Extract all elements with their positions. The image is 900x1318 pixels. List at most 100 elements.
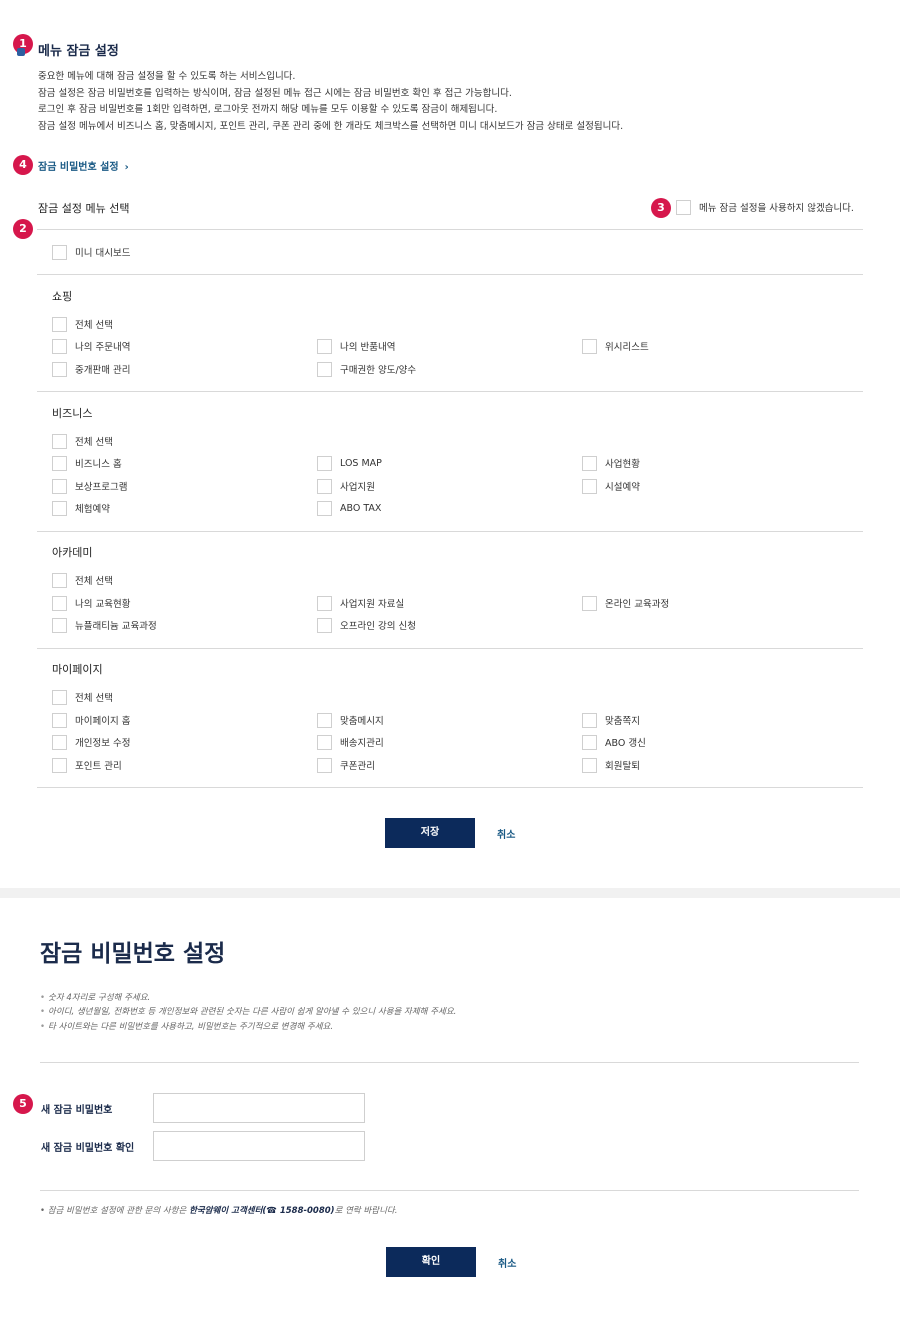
checkbox[interactable]	[582, 595, 597, 611]
menu-option[interactable]: 나의 주문내역	[52, 338, 130, 354]
select-all-academy[interactable]: 전체 선택	[52, 572, 113, 588]
checkbox[interactable]	[52, 712, 67, 728]
checkbox[interactable]	[317, 734, 332, 750]
note-line: • 아이디, 생년월일, 전화번호 등 개인정보와 관련된 숫자는 다른 사람이 …	[40, 1005, 456, 1019]
option-label: 사업현황	[605, 459, 640, 470]
menu-option[interactable]: 회원탈퇴	[582, 757, 640, 773]
menu-option[interactable]: ABO 갱신	[582, 734, 646, 750]
menu-select-title: 잠금 설정 메뉴 선택	[38, 202, 130, 215]
mini-dashboard-checkbox[interactable]	[52, 244, 67, 260]
category-title-mypage: 마이페이지	[52, 663, 103, 676]
bullet-icon: •	[40, 1206, 48, 1216]
description-line: 잠금 설정은 잠금 비밀번호를 입력하는 방식이며, 잠금 설정된 메뉴 접근 …	[38, 87, 512, 99]
menu-option[interactable]: 온라인 교육과정	[582, 595, 669, 611]
menu-option[interactable]: 구매권한 양도/양수	[317, 361, 416, 377]
menu-option[interactable]: 위시리스트	[582, 338, 649, 354]
menu-option[interactable]: 중개판매 관리	[52, 361, 130, 377]
checkbox[interactable]	[317, 595, 332, 611]
menu-option[interactable]: 배송지관리	[317, 734, 384, 750]
select-all-shopping[interactable]: 전체 선택	[52, 316, 113, 332]
menu-option[interactable]: 개인정보 수정	[52, 734, 130, 750]
option-label: 나의 주문내역	[75, 342, 131, 353]
chevron-right-icon: ›	[124, 162, 129, 173]
menu-option[interactable]: 사업지원 자료실	[317, 595, 404, 611]
no-lock-checkbox[interactable]	[676, 199, 691, 215]
checkbox[interactable]	[52, 433, 67, 449]
menu-option[interactable]: 뉴플래티늄 교육과정	[52, 617, 157, 633]
checkbox[interactable]	[52, 478, 67, 494]
checkbox[interactable]	[52, 500, 67, 516]
menu-option[interactable]: ABO TAX	[317, 500, 381, 516]
checkbox[interactable]	[52, 757, 67, 773]
checkbox[interactable]	[52, 361, 67, 377]
menu-option[interactable]: 쿠폰관리	[317, 757, 375, 773]
option-label: 나의 교육현황	[75, 599, 131, 610]
menu-option[interactable]: 오프라인 강의 신청	[317, 617, 416, 633]
password-notes: • 숫자 4자리로 구성해 주세요. • 아이디, 생년월일, 전화번호 등 개인정…	[40, 991, 456, 1034]
checkbox[interactable]	[317, 338, 332, 354]
save-button[interactable]: 저장	[385, 818, 475, 848]
divider	[37, 787, 863, 788]
new-password-input[interactable]	[153, 1093, 365, 1123]
option-label: 맞춤메시지	[340, 716, 384, 727]
menu-option[interactable]: 나의 교육현황	[52, 595, 130, 611]
checkbox[interactable]	[317, 478, 332, 494]
checkbox[interactable]	[317, 455, 332, 471]
menu-option[interactable]: 체험예약	[52, 500, 110, 516]
checkbox[interactable]	[52, 595, 67, 611]
checkbox[interactable]	[317, 712, 332, 728]
menu-option[interactable]: 시설예약	[582, 478, 640, 494]
contact-note: • 잠금 비밀번호 설정에 관한 문의 사항은 한국암웨이 고객센터(☎ 158…	[40, 1204, 397, 1216]
checkbox[interactable]	[317, 361, 332, 377]
checkbox[interactable]	[52, 338, 67, 354]
menu-option[interactable]: 맞춤쪽지	[582, 712, 640, 728]
option-label: ABO 갱신	[605, 738, 646, 749]
checkbox[interactable]	[52, 734, 67, 750]
checkbox[interactable]	[582, 478, 597, 494]
password-setup-link[interactable]: 잠금 비밀번호 설정 ›	[38, 158, 129, 173]
menu-option[interactable]: 마이페이지 홈	[52, 712, 130, 728]
select-all-mypage[interactable]: 전체 선택	[52, 689, 113, 705]
step-badge-3: 3	[651, 198, 671, 218]
lock-icon	[17, 48, 25, 56]
checkbox[interactable]	[317, 757, 332, 773]
checkbox[interactable]	[52, 617, 67, 633]
option-label: 전체 선택	[75, 693, 113, 704]
menu-option[interactable]: 사업현황	[582, 455, 640, 471]
checkbox[interactable]	[317, 500, 332, 516]
divider	[37, 229, 863, 230]
menu-option[interactable]: 나의 반품내역	[317, 338, 395, 354]
checkbox[interactable]	[52, 689, 67, 705]
menu-option[interactable]: LOS MAP	[317, 455, 382, 471]
option-label: 위시리스트	[605, 342, 649, 353]
checkbox[interactable]	[52, 572, 67, 588]
checkbox[interactable]	[52, 316, 67, 332]
mini-dashboard-label: 미니 대시보드	[75, 248, 131, 259]
checkbox[interactable]	[582, 734, 597, 750]
checkbox[interactable]	[582, 712, 597, 728]
note-text: 아이디, 생년월일, 전화번호 등 개인정보와 관련된 숫자는 다른 사람이 쉽…	[48, 1007, 457, 1018]
confirm-password-input[interactable]	[153, 1131, 365, 1161]
select-all-business[interactable]: 전체 선택	[52, 433, 113, 449]
description-line: 로그인 후 잠금 비밀번호를 1회만 입력하면, 로그아웃 전까지 해당 메뉴를…	[38, 104, 498, 116]
checkbox[interactable]	[317, 617, 332, 633]
section-separator	[0, 888, 900, 898]
checkbox[interactable]	[52, 455, 67, 471]
mini-dashboard-option[interactable]: 미니 대시보드	[52, 244, 130, 260]
cancel-button[interactable]: 취소	[498, 1255, 516, 1270]
option-label: LOS MAP	[340, 457, 382, 469]
checkbox[interactable]	[582, 338, 597, 354]
bullet-icon: •	[40, 993, 46, 1003]
cancel-button[interactable]: 취소	[497, 826, 515, 841]
no-lock-option[interactable]: 메뉴 잠금 설정을 사용하지 않겠습니다.	[676, 199, 854, 215]
menu-option[interactable]: 비즈니스 홈	[52, 455, 122, 471]
divider	[37, 531, 863, 532]
menu-option[interactable]: 보상프로그램	[52, 478, 127, 494]
confirm-button[interactable]: 확인	[386, 1247, 476, 1277]
menu-option[interactable]: 사업지원	[317, 478, 375, 494]
checkbox[interactable]	[582, 455, 597, 471]
menu-option[interactable]: 맞춤메시지	[317, 712, 384, 728]
menu-option[interactable]: 포인트 관리	[52, 757, 122, 773]
description: 중요한 메뉴에 대해 잠금 설정을 할 수 있도록 하는 서비스입니다. 잠금 …	[38, 69, 623, 136]
checkbox[interactable]	[582, 757, 597, 773]
